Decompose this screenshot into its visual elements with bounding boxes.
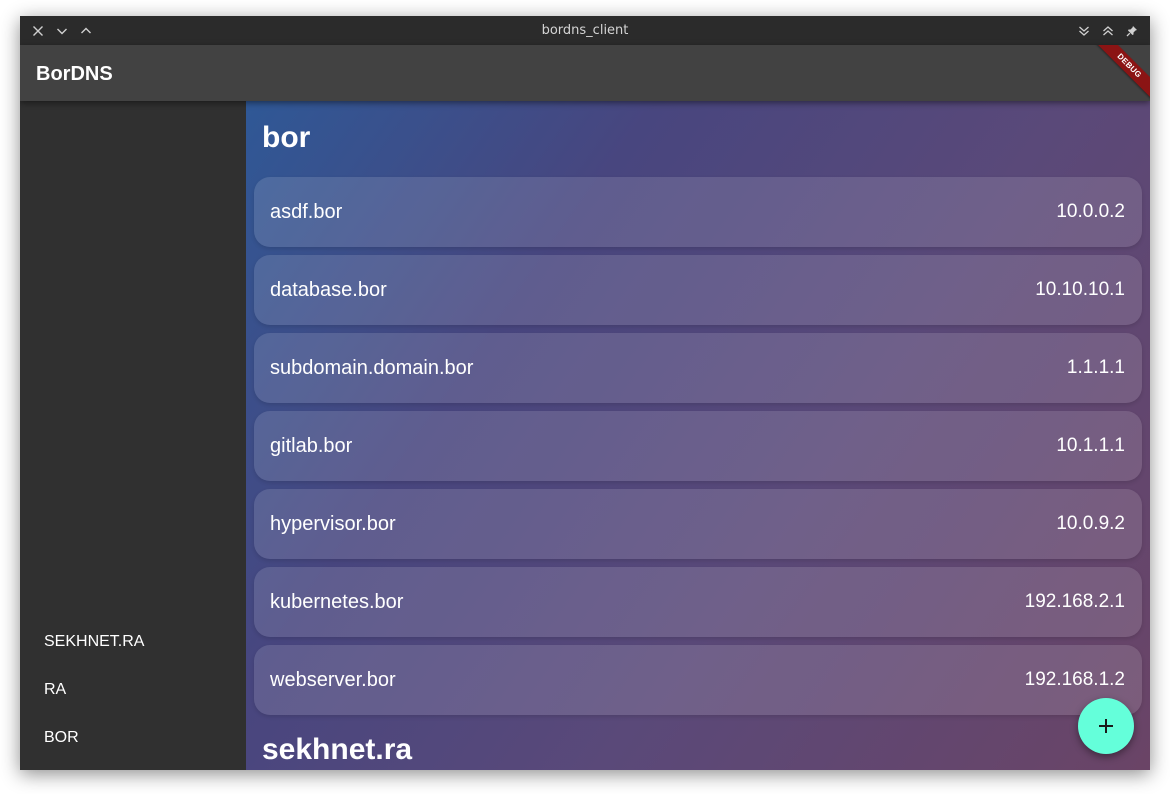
window-titlebar[interactable]: bordns_client — [20, 16, 1150, 45]
record-host: asdf.bor — [270, 201, 343, 223]
record-card[interactable]: gitlab.bor 10.1.1.1 — [254, 411, 1142, 481]
record-ip: 10.1.1.1 — [1056, 435, 1125, 456]
add-icon — [1099, 719, 1113, 733]
record-card[interactable]: hypervisor.bor 10.0.9.2 — [254, 489, 1142, 559]
sidebar-item-bor[interactable]: BOR — [20, 715, 246, 761]
sidebar-item-sekhnet-ra[interactable]: SEKHNET.RA — [20, 619, 246, 665]
record-host: kubernetes.bor — [270, 591, 404, 613]
record-ip: 10.0.0.2 — [1056, 201, 1125, 222]
app-bar: BorDNS — [20, 45, 1150, 101]
record-card[interactable]: database.bor 10.10.10.1 — [254, 255, 1142, 325]
record-card[interactable]: webserver.bor 192.168.1.2 — [254, 645, 1142, 715]
record-host: subdomain.domain.bor — [270, 357, 474, 379]
record-host: database.bor — [270, 279, 387, 301]
section-title-sekhnet-ra: sekhnet.ra — [262, 733, 413, 766]
record-host: gitlab.bor — [270, 435, 353, 457]
debug-banner: DEBUG — [1090, 45, 1150, 105]
section-title-bor: bor — [262, 121, 311, 154]
record-card[interactable]: kubernetes.bor 192.168.2.1 — [254, 567, 1142, 637]
record-host: webserver.bor — [270, 669, 396, 691]
window-title: bordns_client — [541, 23, 629, 38]
window-controls-right — [1074, 16, 1142, 45]
record-ip: 192.168.2.1 — [1024, 591, 1125, 612]
app-title: BorDNS — [36, 63, 113, 85]
shade-down-icon[interactable] — [1074, 21, 1094, 41]
sidebar-item-ra[interactable]: RA — [20, 667, 246, 713]
record-ip: 10.0.9.2 — [1056, 513, 1125, 534]
shade-up-icon[interactable] — [1098, 21, 1118, 41]
pin-icon[interactable] — [1122, 21, 1142, 41]
records-panel[interactable]: bor asdf.bor 10.0.0.2 database.bor 10.10… — [246, 101, 1150, 770]
record-card[interactable]: asdf.bor 10.0.0.2 — [254, 177, 1142, 247]
record-ip: 1.1.1.1 — [1066, 357, 1125, 378]
app-window: bordns_client BorDNS DEBUG SEKHNET.RA RA… — [20, 16, 1150, 770]
record-ip: 10.10.10.1 — [1035, 279, 1125, 300]
debug-banner-label: DEBUG — [1092, 45, 1150, 103]
record-card[interactable]: subdomain.domain.bor 1.1.1.1 — [254, 333, 1142, 403]
sidebar: SEKHNET.RA RA BOR — [20, 101, 246, 770]
record-host: hypervisor.bor — [270, 513, 396, 535]
add-record-button[interactable] — [1078, 698, 1134, 754]
